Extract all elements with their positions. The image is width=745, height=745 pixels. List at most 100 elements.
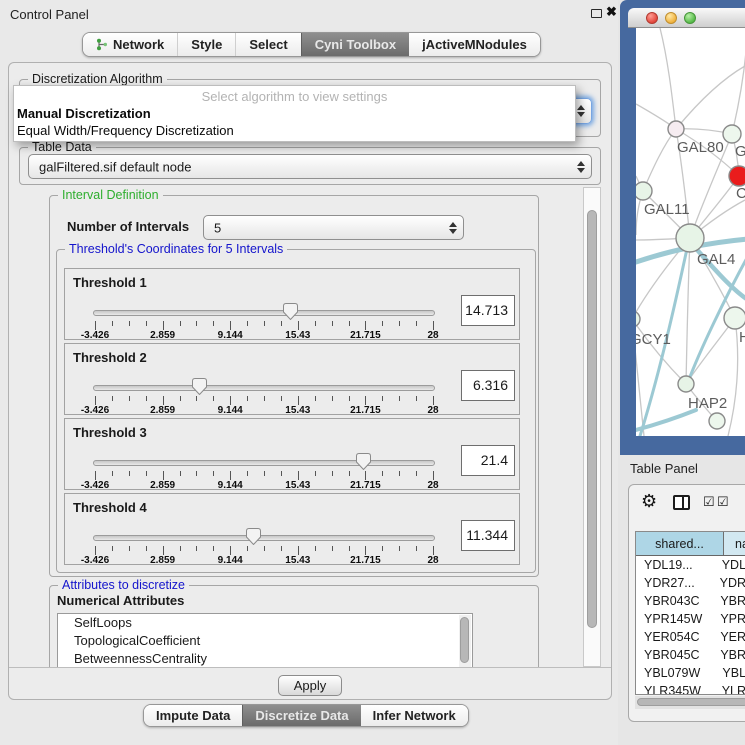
algorithm-dropdown-popup: Select algorithm to view settings Manual… bbox=[13, 85, 576, 142]
table-row[interactable]: YDR27...YDR2 bbox=[636, 574, 745, 592]
tab-cyni-toolbox[interactable]: Cyni Toolbox bbox=[301, 33, 409, 56]
top-tab-bar: Network Style Select Cyni Toolbox jActiv… bbox=[82, 32, 541, 57]
node-label: GAL11 bbox=[644, 201, 690, 218]
list-item[interactable]: BetweennessCentrality bbox=[58, 650, 472, 667]
table-row[interactable]: YBL079WYBL0 bbox=[636, 664, 745, 682]
cyni-toolbox-panel: Discretization Algorithm Select algorith… bbox=[8, 62, 612, 700]
network-canvas[interactable]: GAL80GACGAL11GAL4GCY1HHAP2 bbox=[636, 28, 745, 436]
combo-arrows-icon bbox=[449, 222, 457, 234]
node-gcy1[interactable] bbox=[636, 311, 640, 327]
split-column-icon[interactable] bbox=[673, 495, 690, 510]
slider-track[interactable] bbox=[93, 460, 435, 466]
vertical-scrollbar[interactable] bbox=[583, 187, 601, 667]
table-row[interactable]: YLR345WYLR3 bbox=[636, 682, 745, 695]
threshold-value-field[interactable]: 6.316 bbox=[461, 370, 515, 401]
bottom-tab-bar: Impute Data Discretize Data Infer Networ… bbox=[143, 704, 469, 727]
tab-select[interactable]: Select bbox=[235, 33, 300, 56]
tab-style[interactable]: Style bbox=[177, 33, 235, 56]
threshold-label: Threshold 4 bbox=[73, 500, 147, 515]
table-panel: ⚙ ☑ ☑ shared... na YDL19...YDL1YDR27...Y… bbox=[628, 484, 745, 722]
slider-thumb[interactable] bbox=[283, 303, 298, 320]
slider-track[interactable] bbox=[93, 385, 435, 391]
tab-label: Impute Data bbox=[156, 708, 230, 723]
threshold-value-field[interactable]: 14.713 bbox=[461, 295, 515, 326]
threshold-label: Threshold 1 bbox=[73, 275, 147, 290]
node-gal4[interactable] bbox=[676, 224, 704, 252]
threshold-panel: Threshold 4 -3.4262.8599.14415.4321.7152… bbox=[64, 493, 520, 565]
slider-thumb[interactable] bbox=[192, 378, 207, 395]
tab-label: Select bbox=[249, 37, 287, 52]
tab-infer-network[interactable]: Infer Network bbox=[361, 705, 468, 726]
scrollbar-thumb[interactable] bbox=[637, 698, 745, 706]
apply-button[interactable]: Apply bbox=[278, 675, 342, 696]
table-row[interactable]: YPR145WYPR1 bbox=[636, 610, 745, 628]
node-h[interactable] bbox=[724, 307, 745, 329]
table-row[interactable]: YER054CYER0 bbox=[636, 628, 745, 646]
number-of-intervals-value: 5 bbox=[214, 220, 221, 235]
gear-icon[interactable]: ⚙ bbox=[641, 491, 657, 512]
threshold-label: Threshold 2 bbox=[73, 350, 147, 365]
node-label: HAP2 bbox=[688, 395, 727, 412]
node-top-right[interactable] bbox=[723, 125, 741, 143]
interval-definition-label: Interval Definition bbox=[58, 188, 163, 202]
tab-label: Infer Network bbox=[373, 708, 456, 723]
close-traffic-light[interactable] bbox=[646, 12, 658, 24]
thresholds-group-label: Threshold's Coordinates for 5 Intervals bbox=[65, 242, 287, 256]
network-icon bbox=[96, 38, 108, 51]
node-label: C bbox=[736, 185, 745, 202]
slider-thumb[interactable] bbox=[356, 453, 371, 470]
tab-jactivemnodules[interactable]: jActiveMNodules bbox=[409, 33, 540, 56]
column-header-name[interactable]: na bbox=[724, 532, 745, 555]
network-canvas-svg: GAL80GACGAL11GAL4GCY1HHAP2 bbox=[636, 28, 745, 436]
float-window-icon[interactable] bbox=[591, 9, 602, 18]
combo-arrows-icon bbox=[577, 105, 585, 117]
node-label: H bbox=[739, 329, 745, 346]
table-data-group: Table Data galFiltered.sif default node bbox=[19, 147, 601, 185]
slider-track[interactable] bbox=[93, 535, 435, 541]
algorithm-hint: Select algorithm to view settings bbox=[14, 89, 575, 104]
table-panel-title: Table Panel bbox=[630, 461, 698, 476]
list-item[interactable]: SelfLoops bbox=[58, 614, 472, 632]
scrollbar-thumb[interactable] bbox=[587, 210, 597, 628]
table-data-group-label: Table Data bbox=[28, 140, 96, 154]
slider-track[interactable] bbox=[93, 310, 435, 316]
node-red[interactable] bbox=[729, 166, 745, 186]
slider-thumb[interactable] bbox=[246, 528, 261, 545]
column-header-shared[interactable]: shared... bbox=[636, 532, 724, 555]
threshold-value-field[interactable]: 21.4 bbox=[461, 445, 515, 476]
settings-viewport: Interval Definition Number of Intervals … bbox=[13, 187, 583, 667]
checkbox-icon[interactable]: ☑ bbox=[703, 494, 715, 510]
algorithm-option-equal-width[interactable]: Equal Width/Frequency Discretization bbox=[17, 123, 234, 138]
tab-impute-data[interactable]: Impute Data bbox=[144, 705, 242, 726]
close-icon[interactable]: ✖ bbox=[606, 4, 617, 20]
node-label: GAL80 bbox=[677, 139, 724, 156]
panel-title: Control Panel bbox=[10, 7, 89, 22]
network-window-titlebar[interactable] bbox=[628, 8, 745, 28]
tab-network[interactable]: Network bbox=[83, 33, 177, 56]
combo-arrows-icon bbox=[577, 161, 585, 173]
zoom-traffic-light[interactable] bbox=[684, 12, 696, 24]
list-scrollbar[interactable] bbox=[459, 615, 471, 667]
horizontal-scrollbar[interactable] bbox=[635, 696, 745, 709]
table-row[interactable]: YBR045CYBR0 bbox=[636, 646, 745, 664]
node-attribute-table: shared... na YDL19...YDL1YDR27...YDR2YBR… bbox=[635, 531, 745, 695]
list-item[interactable]: TopologicalCoefficient bbox=[58, 632, 472, 650]
node-hap2[interactable] bbox=[678, 376, 694, 392]
minimize-traffic-light[interactable] bbox=[665, 12, 677, 24]
tab-discretize-data[interactable]: Discretize Data bbox=[242, 705, 360, 726]
node-bottom[interactable] bbox=[709, 413, 725, 429]
node-gal80[interactable] bbox=[668, 121, 684, 137]
checkbox-icon[interactable]: ☑ bbox=[717, 494, 729, 510]
tab-label: Network bbox=[113, 37, 164, 52]
threshold-value-field[interactable]: 11.344 bbox=[461, 520, 515, 551]
table-row[interactable]: YDL19...YDL1 bbox=[636, 556, 745, 574]
node-gal11[interactable] bbox=[636, 182, 652, 200]
algorithm-option-manual[interactable]: Manual Discretization bbox=[17, 106, 151, 121]
table-row[interactable]: YBR043CYBR0 bbox=[636, 592, 745, 610]
number-of-intervals-label: Number of Intervals bbox=[67, 219, 189, 234]
table-data-combobox[interactable]: galFiltered.sif default node bbox=[28, 154, 592, 179]
algorithm-group-label: Discretization Algorithm bbox=[28, 72, 167, 86]
node-label: GA bbox=[735, 143, 745, 160]
numerical-attributes-label: Numerical Attributes bbox=[57, 593, 184, 608]
number-of-intervals-combobox[interactable]: 5 bbox=[203, 215, 464, 240]
